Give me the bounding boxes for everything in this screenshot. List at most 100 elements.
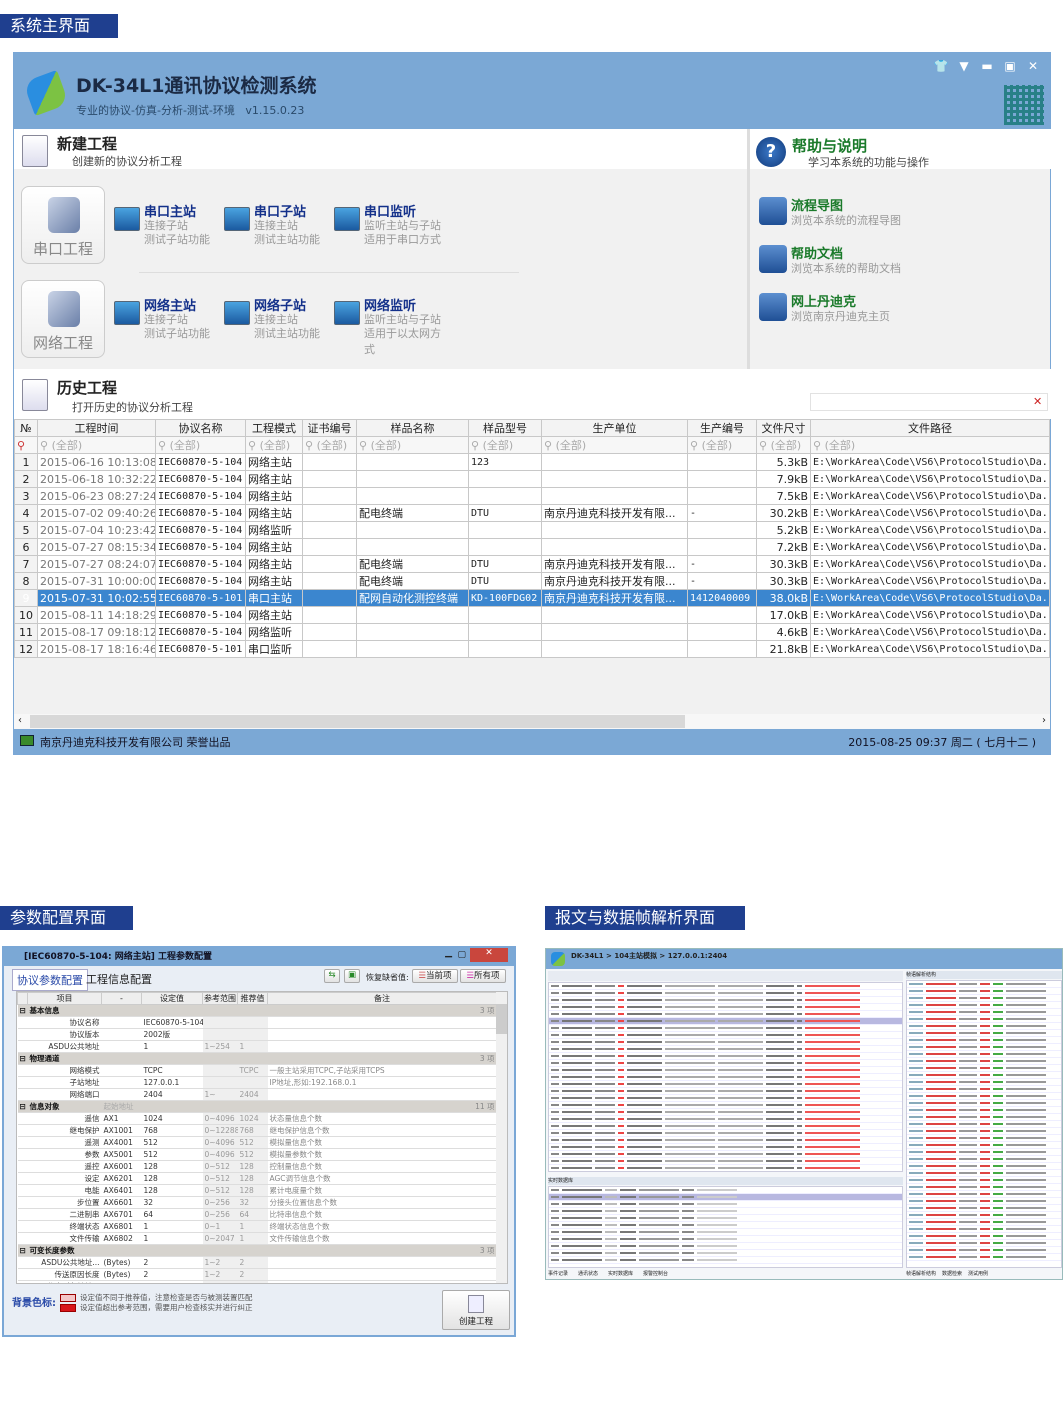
help-item-2[interactable]: 网上丹迪克 浏览南京丹迪克主页: [759, 291, 1039, 331]
table-row[interactable]: 4 2015-07-02 09:40:26 IEC60870-5-104 网络主站 配电…: [14, 504, 1050, 522]
param-group-row[interactable]: ⊟ 物理通道 3 项: [17, 1052, 497, 1065]
param-value-input[interactable]: 1: [141, 1232, 203, 1245]
param-close-button[interactable]: ✕: [470, 948, 508, 962]
network-function-1[interactable]: 网络子站 连接主站 测试主站功能: [224, 295, 332, 343]
frame-row[interactable]: [907, 1002, 1061, 1009]
frame-row[interactable]: [907, 1079, 1061, 1086]
column-header[interactable]: 样品名称: [356, 419, 469, 437]
frame-row[interactable]: [549, 1046, 902, 1053]
column-header[interactable]: 生产编号: [687, 419, 757, 437]
frame-row[interactable]: [549, 1067, 902, 1074]
frame-row[interactable]: [549, 1025, 902, 1032]
clear-filter-icon[interactable]: ✕: [1033, 395, 1042, 408]
scrollbar-thumb[interactable]: [30, 715, 685, 728]
frame-row[interactable]: [549, 1032, 902, 1039]
network-function-2[interactable]: 网络监听 监听主站与子站 适用于以太网方式: [334, 295, 442, 356]
menu-icon[interactable]: ▼: [955, 59, 973, 73]
param-row[interactable]: 子站地址 127.0.0.1 IP地址,形如:192.168.0.1: [17, 1076, 497, 1089]
collapse-icon[interactable]: ⊟: [17, 1244, 28, 1257]
frame-row[interactable]: [907, 1016, 1061, 1023]
frame-row[interactable]: [549, 1194, 902, 1201]
frame-row[interactable]: [549, 1151, 902, 1158]
frame-row[interactable]: [907, 1226, 1061, 1233]
frame-row[interactable]: [549, 1229, 902, 1236]
frame-row[interactable]: [549, 1144, 902, 1151]
frame-row[interactable]: [907, 1086, 1061, 1093]
param-row[interactable]: 二进制串 AX6701 64 0~256 64 比特串信息个数: [17, 1208, 497, 1221]
table-row[interactable]: 3 2015-06-23 08:27:24 IEC60870-5-104 网络主站 7.…: [14, 487, 1050, 505]
serial-function-1[interactable]: 串口子站 连接主站 测试主站功能: [224, 201, 332, 249]
frame-row[interactable]: [907, 1198, 1061, 1205]
frame-row[interactable]: [907, 1170, 1061, 1177]
column-filter[interactable]: ⚲ (全部): [468, 436, 542, 454]
param-row[interactable]: 文件传输 AX6802 1 0~2047 1 文件传输信息个数: [17, 1232, 497, 1245]
frame-row[interactable]: [549, 983, 902, 990]
frame-row[interactable]: [549, 1243, 902, 1250]
param-row[interactable]: 遥控 AX6001 128 0~512 128 控制量信息个数: [17, 1160, 497, 1173]
param-row[interactable]: 信息对象地址...(Bytes)31~33: [17, 1280, 497, 1283]
collapse-icon[interactable]: ⊟: [17, 1100, 28, 1113]
param-row[interactable]: 遥信 AX1 1024 0~4096 1024 状态量信息个数: [17, 1112, 497, 1125]
param-value-input[interactable]: TCPC: [141, 1064, 203, 1077]
param-row[interactable]: 继电保护 AX1001 768 0~12288 768 继电保护信息个数: [17, 1124, 497, 1137]
column-filter[interactable]: ⚲ (全部): [37, 436, 156, 454]
tab-protocol-params[interactable]: 协议参数配置: [12, 969, 88, 991]
column-header[interactable]: 文件路径: [810, 419, 1050, 437]
frame-row[interactable]: [907, 1212, 1061, 1219]
column-header[interactable]: 样品型号: [468, 419, 542, 437]
bottom-tab[interactable]: 报警控制台: [643, 1270, 668, 1279]
column-header[interactable]: 文件尺寸: [756, 419, 811, 437]
table-row[interactable]: 12 2015-08-17 18:16:46 IEC60870-5-101 串口监听 2…: [14, 640, 1050, 658]
frame-row[interactable]: [907, 995, 1061, 1002]
param-value-input[interactable]: 2404: [141, 1088, 203, 1101]
frame-row[interactable]: [549, 1250, 902, 1257]
param-row[interactable]: ASDU公共地址... (Bytes) 2 1~2 2: [17, 1256, 497, 1269]
param-value-input[interactable]: 2: [141, 1268, 203, 1281]
frame-row[interactable]: [549, 1257, 902, 1264]
param-value-input[interactable]: 2002版: [141, 1028, 203, 1041]
param-value-input[interactable]: 512: [141, 1136, 203, 1149]
frame-row[interactable]: [907, 1149, 1061, 1156]
table-row[interactable]: 9 2015-07-31 10:02:55 IEC60870-5-101 串口主站 配网…: [14, 589, 1050, 607]
frame-row[interactable]: [907, 1191, 1061, 1198]
frame-row[interactable]: [907, 1044, 1061, 1051]
param-minimize-button[interactable]: ▁: [445, 948, 452, 958]
frame-row[interactable]: [549, 1187, 902, 1194]
param-vertical-scrollbar[interactable]: [496, 992, 507, 1283]
frame-row[interactable]: [907, 1107, 1061, 1114]
param-column-header[interactable]: -: [101, 992, 142, 1005]
frame-row[interactable]: [549, 1074, 902, 1081]
column-header[interactable]: 生产单位: [541, 419, 688, 437]
serial-project-button[interactable]: 串口工程: [21, 186, 105, 264]
frame-row[interactable]: [907, 1135, 1061, 1142]
frame-row[interactable]: [907, 1065, 1061, 1072]
param-column-header[interactable]: 参考范围: [202, 992, 238, 1005]
refresh-icon[interactable]: ⇆: [324, 969, 340, 983]
device-icon[interactable]: ▣: [344, 969, 360, 983]
column-filter[interactable]: ⚲ (全部): [245, 436, 303, 454]
column-header[interactable]: 证书编号: [302, 419, 357, 437]
param-row[interactable]: ASDU公共地址 1 1~254 1: [17, 1040, 497, 1053]
param-row[interactable]: 终端状态 AX6801 1 0~1 1 终端状态信息个数: [17, 1220, 497, 1233]
table-row[interactable]: 1 2015-06-16 10:13:08 IEC60870-5-104 网络主站 12…: [14, 453, 1050, 471]
frame-row[interactable]: [549, 1060, 902, 1067]
param-value-input[interactable]: 3: [141, 1280, 203, 1283]
frame-row[interactable]: [549, 1165, 902, 1171]
param-row[interactable]: 设定 AX6201 128 0~512 128 AGC调节信息个数: [17, 1172, 497, 1185]
frame-row[interactable]: [549, 1130, 902, 1137]
table-row[interactable]: 7 2015-07-27 08:24:07 IEC60870-5-104 网络主站 配电…: [14, 555, 1050, 573]
column-filter[interactable]: ⚲ (全部): [756, 436, 811, 454]
frame-row[interactable]: [549, 1201, 902, 1208]
frame-row[interactable]: [549, 1018, 902, 1025]
param-value-input[interactable]: 32: [141, 1196, 203, 1209]
frame-row[interactable]: [549, 1208, 902, 1215]
table-row[interactable]: 6 2015-07-27 08:15:34 IEC60870-5-104 网络主站 7.…: [14, 538, 1050, 556]
frame-row[interactable]: [907, 1128, 1061, 1135]
frame-row[interactable]: [907, 1184, 1061, 1191]
clear-filter-cell[interactable]: ⚲: [14, 436, 38, 454]
minimize-button[interactable]: ▬: [978, 59, 996, 73]
param-row[interactable]: 网络模式 TCPC TCPC 一般主站采用TCPC,子站采用TCPS: [17, 1064, 497, 1077]
param-row[interactable]: 传送原因长度 (Bytes) 2 1~2 2: [17, 1268, 497, 1281]
table-row[interactable]: 11 2015-08-17 09:18:12 IEC60870-5-104 网络监听 4…: [14, 623, 1050, 641]
param-column-header[interactable]: 设定值: [141, 992, 203, 1005]
